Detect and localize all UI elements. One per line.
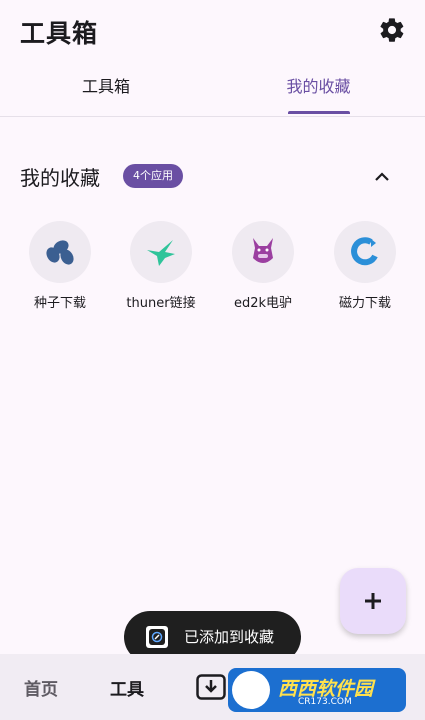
section-title: 我的收藏 [20,166,100,190]
tab-toolbox[interactable]: 工具箱 [0,62,212,116]
chevron-up-icon[interactable] [370,165,394,189]
app-tile-ed2k[interactable]: ed2k电驴 [213,221,313,311]
nav-home[interactable]: 首页 [24,675,58,700]
hummingbird-icon [130,221,192,283]
plus-icon [365,593,381,609]
app-logo-icon [146,626,168,648]
app-tile-magnet[interactable]: 磁力下载 [315,221,415,311]
count-badge: 4个应用 [123,164,183,188]
gear-icon[interactable] [378,16,406,44]
nav-tools[interactable]: 工具 [110,675,144,700]
donkey-icon [232,221,294,283]
page-title: 工具箱 [20,19,99,48]
add-button[interactable] [340,568,406,634]
app-label: ed2k电驴 [233,296,293,311]
magnet-icon [334,221,396,283]
watermark-logo: 西西软件园 CR173.COM [228,668,406,712]
download-icon[interactable] [196,674,226,700]
app-header: 工具箱 [0,0,425,62]
app-label: 磁力下载 [338,296,391,311]
tab-indicator [288,111,350,114]
watermark-emblem-icon [232,671,270,709]
tab-bar: 工具箱 我的收藏 [0,62,425,117]
app-tile-thuner[interactable]: thuner链接 [111,221,211,311]
app-tile-seeds[interactable]: 种子下载 [10,221,110,311]
snackbar-text: 已添加到收藏 [184,628,275,646]
seeds-icon [29,221,91,283]
app-label: thuner链接 [126,296,196,311]
app-label: 种子下载 [33,296,86,311]
watermark-site: CR173.COM [298,697,352,707]
tab-favorites[interactable]: 我的收藏 [212,62,425,116]
